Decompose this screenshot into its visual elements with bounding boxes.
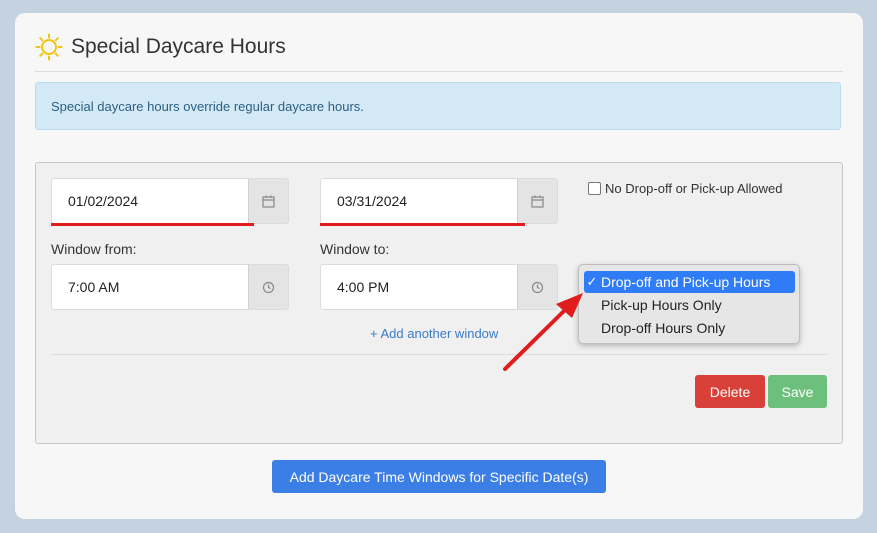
end-date-input[interactable]: 03/31/2024 [321, 179, 517, 223]
header-divider [35, 71, 843, 72]
hours-type-dropdown[interactable]: ✓ Drop-off and Pick-up Hours Pick-up Hou… [578, 264, 800, 344]
no-dropoff-option[interactable]: No Drop-off or Pick-up Allowed [588, 181, 783, 196]
info-alert: Special daycare hours override regular d… [35, 82, 841, 130]
dropdown-option[interactable]: Pick-up Hours Only [584, 294, 795, 316]
window-to-label: Window to: [320, 241, 390, 257]
no-dropoff-checkbox[interactable] [588, 182, 601, 195]
annotation-underline [320, 223, 525, 226]
end-date-field[interactable]: 03/31/2024 [320, 178, 558, 224]
start-date-field[interactable]: 01/02/2024 [51, 178, 289, 224]
clock-icon[interactable] [248, 265, 288, 309]
window-from-input[interactable]: 7:00 AM [52, 265, 248, 309]
start-date-input[interactable]: 01/02/2024 [52, 179, 248, 223]
window-from-field[interactable]: 7:00 AM [51, 264, 289, 310]
page-title: Special Daycare Hours [71, 35, 286, 58]
checkmark-icon: ✓ [586, 274, 598, 289]
sun-icon [35, 33, 63, 61]
save-button[interactable]: Save [768, 375, 827, 408]
window-from-label: Window from: [51, 241, 137, 257]
dropdown-option-label: Pick-up Hours Only [601, 297, 722, 313]
window-to-input[interactable]: 4:00 PM [321, 265, 517, 309]
no-dropoff-label: No Drop-off or Pick-up Allowed [605, 181, 783, 196]
dropdown-option-label: Drop-off and Pick-up Hours [601, 274, 771, 290]
delete-button[interactable]: Delete [695, 375, 765, 408]
panel-divider [51, 354, 827, 355]
dropdown-option[interactable]: ✓ Drop-off and Pick-up Hours [584, 271, 795, 293]
card-header: Special Daycare Hours [35, 33, 286, 61]
dropdown-option[interactable]: Drop-off Hours Only [584, 317, 795, 339]
window-to-field[interactable]: 4:00 PM [320, 264, 558, 310]
add-window-link[interactable]: + Add another window [370, 326, 498, 341]
clock-icon[interactable] [517, 265, 557, 309]
calendar-icon[interactable] [517, 179, 557, 223]
dropdown-option-label: Drop-off Hours Only [601, 320, 726, 336]
add-specific-dates-button[interactable]: Add Daycare Time Windows for Specific Da… [272, 460, 606, 493]
annotation-underline [51, 223, 254, 226]
calendar-icon[interactable] [248, 179, 288, 223]
